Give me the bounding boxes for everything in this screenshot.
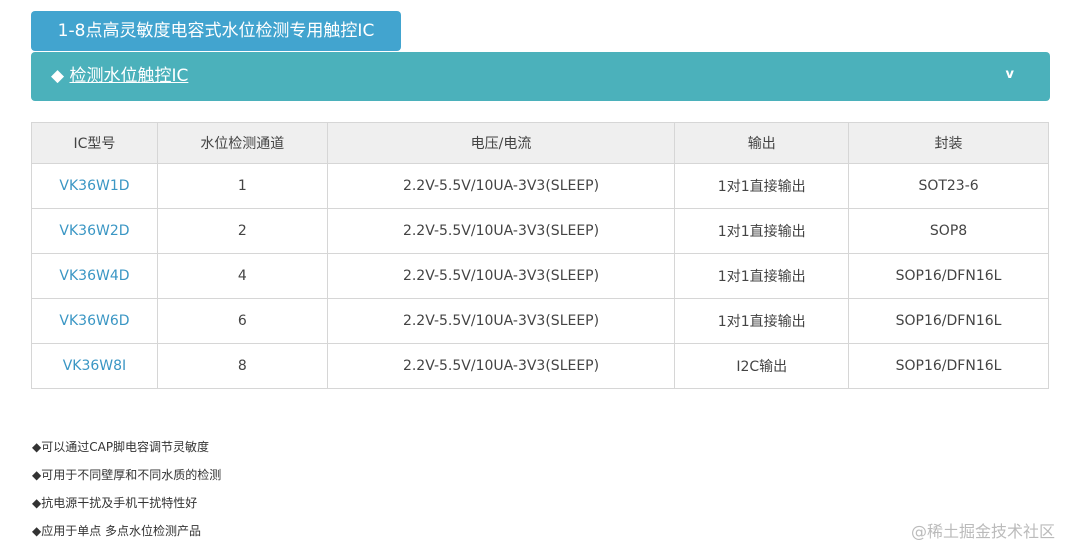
cell-ic-model[interactable]: VK36W8I — [31, 343, 158, 389]
feature-item: ◆抗电源干扰及手机干扰特性好 — [32, 496, 198, 510]
accordion-link[interactable]: 检测水位触控IC — [69, 66, 188, 86]
cell-ic-model[interactable]: VK36W2D — [31, 208, 158, 254]
cell-ic-model[interactable]: VK36W1D — [31, 163, 158, 209]
header-package: 封装 — [848, 122, 1049, 164]
cell-voltage-current: 2.2V-5.5V/10UA-3V3(SLEEP) — [326, 163, 676, 209]
feature-list: ◆可以通过CAP脚电容调节灵敏度 ◆可用于不同壁厚和不同水质的检测 ◆抗电源干扰… — [32, 436, 221, 548]
cell-output: 1对1直接输出 — [674, 208, 850, 254]
cell-output: 1对1直接输出 — [674, 298, 850, 344]
feature-item: ◆可以通过CAP脚电容调节灵敏度 — [32, 440, 210, 454]
cell-output: I2C输出 — [674, 343, 850, 389]
cell-voltage-current: 2.2V-5.5V/10UA-3V3(SLEEP) — [326, 208, 676, 254]
header-channels: 水位检测通道 — [156, 122, 328, 164]
feature-item: ◆可用于不同壁厚和不同水质的检测 — [32, 468, 222, 482]
cell-package: SOP16/DFN16L — [848, 298, 1049, 344]
cell-voltage-current: 2.2V-5.5V/10UA-3V3(SLEEP) — [326, 298, 676, 344]
cell-channels: 6 — [156, 298, 328, 344]
cell-ic-model[interactable]: VK36W6D — [31, 298, 158, 344]
table-header-row: IC型号 水位检测通道 电压/电流 输出 封装 — [31, 122, 1049, 164]
table-row: VK36W8I 8 2.2V-5.5V/10UA-3V3(SLEEP) I2C输出 SO… — [31, 343, 1049, 389]
cell-output: 1对1直接输出 — [674, 253, 850, 299]
chevron-down-icon[interactable]: v — [1006, 52, 1014, 98]
cell-output: 1对1直接输出 — [674, 163, 850, 209]
cell-voltage-current: 2.2V-5.5V/10UA-3V3(SLEEP) — [326, 343, 676, 389]
table-row: VK36W2D 2 2.2V-5.5V/10UA-3V3(SLEEP) 1对1直接输出… — [31, 208, 1049, 254]
table-row: VK36W4D 4 2.2V-5.5V/10UA-3V3(SLEEP) 1对1直接输出… — [31, 253, 1049, 299]
table-row: VK36W6D 6 2.2V-5.5V/10UA-3V3(SLEEP) 1对1直接输出… — [31, 298, 1049, 344]
cell-channels: 1 — [156, 163, 328, 209]
cell-voltage-current: 2.2V-5.5V/10UA-3V3(SLEEP) — [326, 253, 676, 299]
accordion-header[interactable]: ◆ 检测水位触控IC v — [31, 52, 1050, 101]
table-row: VK36W1D 1 2.2V-5.5V/10UA-3V3(SLEEP) 1对1直接输出… — [31, 163, 1049, 209]
ic-table: IC型号 水位检测通道 电压/电流 输出 封装 VK36W1D 1 2.2V-5.5… — [31, 122, 1049, 389]
cell-channels: 8 — [156, 343, 328, 389]
watermark: @稀土掘金技术社区 — [910, 522, 1055, 541]
page-title: 1-8点高灵敏度电容式水位检测专用触控IC — [31, 11, 401, 51]
cell-package: SOP8 — [848, 208, 1049, 254]
cell-ic-model[interactable]: VK36W4D — [31, 253, 158, 299]
cell-package: SOP16/DFN16L — [848, 253, 1049, 299]
cell-package: SOT23-6 — [848, 163, 1049, 209]
header-output: 输出 — [674, 122, 850, 164]
header-voltage-current: 电压/电流 — [326, 122, 676, 164]
header-ic-model: IC型号 — [31, 122, 158, 164]
accordion-label[interactable]: ◆ 检测水位触控IC — [51, 52, 188, 101]
cell-channels: 2 — [156, 208, 328, 254]
diamond-icon: ◆ — [51, 66, 65, 86]
feature-item: ◆应用于单点 多点水位检测产品 — [32, 524, 202, 538]
cell-package: SOP16/DFN16L — [848, 343, 1049, 389]
cell-channels: 4 — [156, 253, 328, 299]
